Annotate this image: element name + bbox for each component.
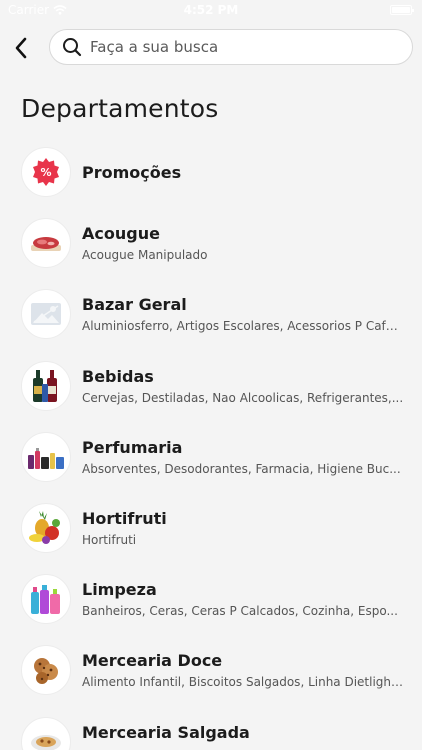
department-list: % Promoções Acougue Acougue Manipulado B… bbox=[0, 137, 422, 750]
department-subcategories: Absorventes, Desodorantes, Farmacia, Hig… bbox=[82, 461, 401, 476]
cosmetics-icon bbox=[28, 447, 64, 469]
plate-icon bbox=[31, 734, 61, 750]
status-bar: Carrier 4:52 PM bbox=[0, 0, 422, 22]
department-thumbnail: % bbox=[21, 147, 71, 197]
department-thumbnail bbox=[21, 716, 71, 750]
back-button[interactable] bbox=[8, 32, 34, 64]
department-name: Bebidas bbox=[82, 366, 154, 386]
department-item-perfumaria[interactable]: Perfumaria Absorventes, Desodorantes, Fa… bbox=[0, 422, 422, 493]
search-icon bbox=[62, 37, 82, 57]
department-item-acougue[interactable]: Acougue Acougue Manipulado bbox=[0, 208, 422, 279]
department-name: Perfumaria bbox=[82, 437, 183, 457]
department-thumbnail bbox=[21, 574, 71, 625]
department-subcategories: Banheiros, Ceras, Ceras P Calcados, Cozi… bbox=[82, 604, 398, 619]
department-thumbnail bbox=[21, 218, 71, 269]
department-name: Limpeza bbox=[82, 580, 157, 600]
battery-icon bbox=[390, 5, 414, 15]
department-item-promocoes[interactable]: % Promoções bbox=[0, 137, 422, 208]
department-subcategories: Alimento Infantil, Biscoitos Salgados, L… bbox=[82, 675, 404, 690]
department-item-mercearia-salgada[interactable]: Mercearia Salgada bbox=[0, 707, 422, 750]
department-subcategories: Acougue Manipulado bbox=[82, 248, 208, 263]
department-item-limpeza[interactable]: Limpeza Banheiros, Ceras, Ceras P Calcad… bbox=[0, 564, 422, 635]
svg-text:%: % bbox=[40, 166, 51, 179]
department-name: Bazar Geral bbox=[82, 295, 187, 315]
status-time: 4:52 PM bbox=[183, 3, 239, 17]
department-thumbnail bbox=[21, 360, 71, 411]
search-header bbox=[0, 28, 422, 68]
page-title: Departamentos bbox=[21, 94, 219, 123]
chevron-left-icon bbox=[15, 37, 27, 59]
department-thumbnail bbox=[21, 289, 71, 340]
meat-icon bbox=[31, 237, 61, 252]
percent-badge-icon: % bbox=[33, 158, 59, 186]
department-subcategories: Hortifruti bbox=[82, 532, 137, 547]
department-subcategories: Cervejas, Destiladas, Nao Alcoolicas, Re… bbox=[82, 390, 404, 405]
cookies-icon bbox=[34, 658, 58, 685]
department-name: Mercearia Doce bbox=[82, 651, 223, 671]
department-thumbnail bbox=[21, 502, 71, 553]
department-thumbnail bbox=[21, 431, 71, 482]
search-input[interactable] bbox=[90, 38, 390, 56]
department-item-hortifruti[interactable]: Hortifruti Hortifruti bbox=[0, 493, 422, 564]
bottles-icon bbox=[33, 369, 57, 402]
department-item-bazar-geral[interactable]: Bazar Geral Aluminiosferro, Artigos Esco… bbox=[0, 279, 422, 350]
image-placeholder-icon bbox=[31, 303, 61, 326]
search-bar[interactable] bbox=[49, 29, 413, 65]
department-item-bebidas[interactable]: Bebidas Cervejas, Destiladas, Nao Alcool… bbox=[0, 351, 422, 422]
department-name: Hortifruti bbox=[82, 508, 167, 528]
department-subcategories: Aluminiosferro, Artigos Escolares, Acess… bbox=[82, 319, 404, 334]
department-name: Acougue bbox=[82, 224, 160, 244]
department-name: Mercearia Salgada bbox=[82, 722, 250, 742]
cleaning-products-icon bbox=[31, 585, 60, 615]
department-name: Promoções bbox=[82, 163, 182, 182]
department-thumbnail bbox=[21, 645, 71, 696]
department-item-mercearia-doce[interactable]: Mercearia Doce Alimento Infantil, Biscoi… bbox=[0, 635, 422, 706]
fruits-icon bbox=[29, 510, 60, 544]
